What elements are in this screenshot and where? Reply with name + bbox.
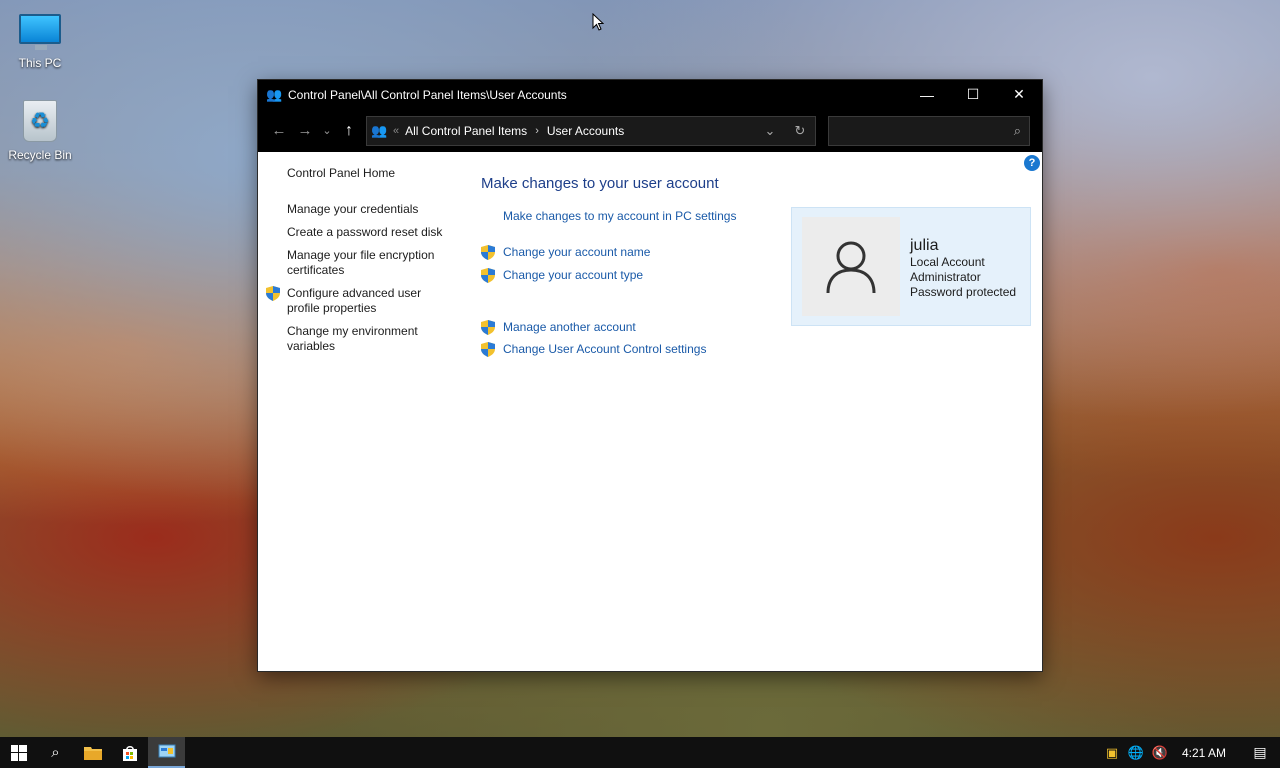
help-icon[interactable]: ? [1024, 155, 1040, 171]
breadcrumb-chevron-icon[interactable]: › [535, 125, 539, 137]
content-area: ? Control Panel Home Manage your credent… [258, 152, 1042, 671]
manage-credentials-link[interactable]: Manage your credentials [266, 202, 456, 217]
refresh-button[interactable]: ↻ [785, 123, 815, 139]
minimize-button[interactable]: — [904, 80, 950, 109]
page-title: Make changes to your user account [481, 175, 719, 192]
link-label: Change your account name [503, 245, 651, 259]
account-role: Administrator [910, 270, 981, 284]
search-button[interactable]: ⌕ [37, 737, 74, 768]
link-label: Change your account type [503, 268, 644, 282]
recent-locations-button[interactable]: ⌄ [318, 118, 336, 144]
address-overflow[interactable]: « [393, 125, 399, 137]
file-explorer-icon [83, 747, 102, 760]
start-button[interactable] [0, 737, 37, 768]
clock[interactable]: 4:21 AM [1172, 746, 1240, 760]
breadcrumb-user-accounts[interactable]: User Accounts [547, 124, 624, 138]
avatar [802, 217, 900, 316]
uac-shield-icon [481, 320, 495, 335]
desktop-icon-label: Recycle Bin [8, 148, 72, 162]
uac-shield-icon [481, 245, 495, 260]
uac-shield-icon [481, 342, 495, 357]
desktop-icon-recycle-bin[interactable]: ♻ Recycle Bin [4, 100, 76, 162]
uac-shield-icon [481, 268, 495, 283]
main-pane: Make changes to your user account Make c… [481, 175, 781, 357]
control-panel-home-link[interactable]: Control Panel Home [266, 166, 456, 181]
forward-button[interactable]: → [292, 118, 318, 144]
navigation-bar: ← → ⌄ ↑ 👥 « All Control Panel Items › Us… [258, 109, 1042, 152]
desktop-icon-this-pc[interactable]: This PC [4, 8, 76, 70]
address-bar[interactable]: 👥 « All Control Panel Items › User Accou… [366, 115, 816, 146]
desktop-icon-label: This PC [18, 56, 62, 70]
close-icon: ✕ [1013, 86, 1025, 102]
monitor-icon [19, 14, 61, 50]
minimize-icon: — [920, 86, 934, 103]
file-explorer-button[interactable] [74, 737, 111, 768]
chevron-down-icon: ⌄ [322, 125, 332, 137]
address-dropdown-button[interactable]: ⌄ [755, 123, 785, 139]
link-label: Change User Account Control settings [503, 342, 707, 356]
search-input[interactable]: ⌕ [828, 115, 1030, 146]
user-avatar-icon [826, 241, 876, 293]
network-icon[interactable]: 🌐 [1124, 745, 1148, 761]
volume-muted-icon[interactable]: 🔇 [1148, 745, 1172, 761]
user-accounts-tray-icon[interactable]: ▣ [1100, 745, 1124, 761]
breadcrumb-all-control-panel-items[interactable]: All Control Panel Items [405, 124, 527, 138]
system-tray: ▣ 🌐 🔇 4:21 AM ▤ [1100, 737, 1280, 768]
back-button[interactable]: ← [266, 118, 292, 144]
notification-icon[interactable]: ▤ [1240, 744, 1280, 761]
close-button[interactable]: ✕ [996, 80, 1042, 109]
refresh-icon: ↻ [794, 122, 806, 138]
account-card: julia Local Account Administrator Passwo… [791, 207, 1031, 326]
forward-arrow-icon: → [297, 122, 313, 139]
maximize-icon: ☐ [966, 86, 980, 102]
uac-shield-icon [266, 286, 280, 301]
account-info: julia Local Account Administrator Passwo… [910, 236, 1016, 300]
up-button[interactable]: ↑ [336, 118, 362, 144]
change-account-type-link[interactable]: Change your account type [481, 268, 781, 283]
file-encryption-link[interactable]: Manage your file encryption certificates [266, 248, 456, 278]
account-status: Password protected [910, 285, 1017, 299]
recycle-bin-icon: ♻ [23, 100, 57, 142]
control-panel-taskbar-button[interactable] [148, 737, 185, 768]
search-icon: ⌕ [51, 744, 60, 761]
account-username: julia [910, 237, 939, 254]
advanced-profile-link[interactable]: Configure advanced user profile properti… [266, 286, 456, 316]
user-accounts-icon: 👥 [266, 86, 283, 102]
control-panel-icon [158, 744, 175, 757]
taskbar: ⌕ ▣ 🌐 🔇 4:21 AM ▤ [0, 737, 1280, 768]
pc-settings-link[interactable]: Make changes to my account in PC setting… [481, 209, 781, 224]
password-reset-disk-link[interactable]: Create a password reset disk [266, 225, 456, 240]
search-icon: ⌕ [1013, 122, 1021, 138]
mouse-cursor-icon [592, 13, 604, 31]
uac-settings-link[interactable]: Change User Account Control settings [481, 342, 781, 357]
user-accounts-icon: 👥 [371, 122, 388, 138]
title-bar[interactable]: 👥 Control Panel\All Control Panel Items\… [258, 80, 1042, 109]
advanced-profile-label: Configure advanced user profile properti… [287, 286, 422, 315]
maximize-button[interactable]: ☐ [950, 80, 996, 109]
manage-another-account-link[interactable]: Manage another account [481, 320, 781, 335]
store-icon [122, 745, 137, 761]
store-button[interactable] [111, 737, 148, 768]
change-account-name-link[interactable]: Change your account name [481, 245, 781, 260]
windows-start-icon [10, 744, 27, 761]
up-arrow-icon: ↑ [345, 121, 353, 139]
back-arrow-icon: ← [271, 122, 287, 139]
link-label: Manage another account [503, 320, 636, 334]
account-type: Local Account [910, 255, 985, 269]
window-title: Control Panel\All Control Panel Items\Us… [288, 87, 567, 102]
environment-variables-link[interactable]: Change my environment variables [266, 324, 456, 354]
user-accounts-window: 👥 Control Panel\All Control Panel Items\… [258, 80, 1042, 671]
left-nav-pane: Control Panel Home Manage your credentia… [266, 166, 456, 354]
chevron-down-icon: ⌄ [764, 122, 776, 138]
